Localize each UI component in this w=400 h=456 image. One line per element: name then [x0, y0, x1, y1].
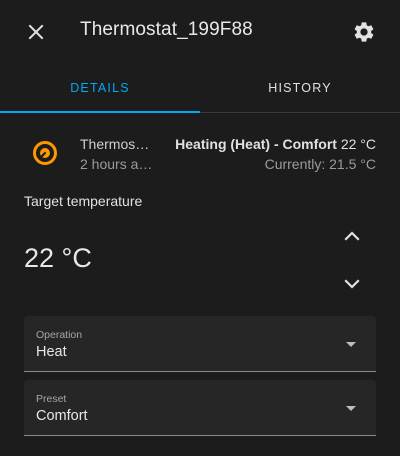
dialog-title: Thermostat_199F88: [80, 19, 253, 40]
dropdown-arrow-icon: [346, 406, 356, 411]
entity-last-changed: 2 hours a…: [80, 156, 153, 172]
operation-select[interactable]: Operation Heat: [24, 316, 376, 372]
entity-state-value: 22 °C: [340, 136, 376, 152]
operation-value: Heat: [36, 344, 67, 360]
dialog-header: Thermostat_199F88: [0, 0, 400, 64]
target-temperature-value: 22 °C: [24, 243, 92, 273]
entity-name: Thermos…: [80, 136, 150, 152]
increase-temperature-button[interactable]: [334, 218, 370, 254]
preset-label: Preset: [36, 393, 67, 405]
preset-select[interactable]: Preset Comfort: [24, 380, 376, 436]
entity-state-mode: Heating (Heat) - Comfort: [175, 136, 337, 152]
entity-row[interactable]: Thermos… 2 hours a… Heating (Heat) - Com…: [24, 130, 376, 178]
decrease-temperature-button[interactable]: [334, 266, 370, 302]
active-tab-indicator: [0, 111, 200, 113]
close-icon: [28, 24, 44, 40]
gear-icon: [354, 22, 374, 42]
settings-button[interactable]: [348, 16, 380, 48]
tab-bar: DETAILS HISTORY: [0, 64, 400, 113]
chevron-up-icon: [344, 231, 360, 241]
tab-details[interactable]: DETAILS: [0, 64, 200, 112]
chevron-down-icon: [344, 279, 360, 289]
preset-value: Comfort: [36, 408, 88, 424]
operation-label: Operation: [36, 329, 83, 341]
close-button[interactable]: [20, 16, 52, 48]
target-temperature-label: Target temperature: [24, 193, 143, 209]
thermostat-icon: [33, 141, 57, 165]
entity-current-temperature: Currently: 21.5 °C: [264, 156, 376, 172]
entity-state: Heating (Heat) - Comfort 22 °C: [175, 136, 376, 152]
tab-history[interactable]: HISTORY: [200, 64, 400, 112]
dropdown-arrow-icon: [346, 342, 356, 347]
